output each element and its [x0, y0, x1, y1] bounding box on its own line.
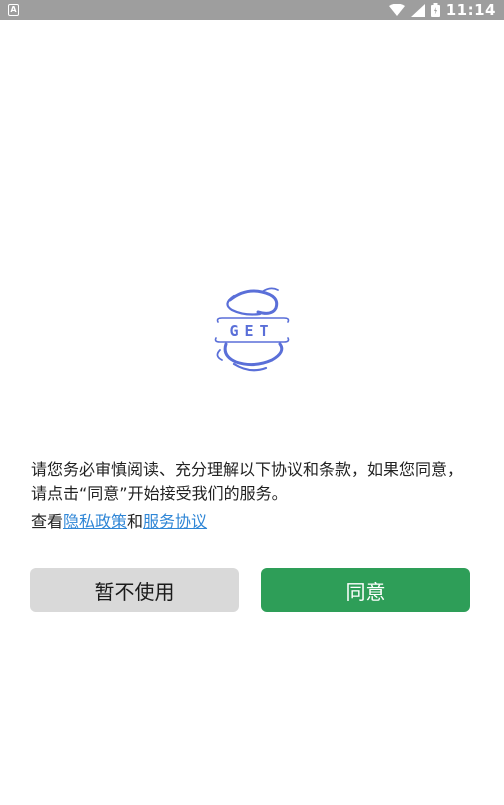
service-agreement-link[interactable]: 服务协议: [143, 512, 207, 531]
decline-button-label: 暂不使用: [94, 579, 175, 604]
wifi-icon: [388, 3, 405, 16]
signal-icon: [410, 3, 425, 17]
privacy-policy-link[interactable]: 隐私政策: [63, 512, 127, 531]
status-bar-right: 11:14: [388, 0, 496, 20]
policy-description: 请您务必审慎阅读、充分理解以下协议和条款，如果您同意，请点击“同意”开始接受我们…: [31, 460, 464, 503]
agree-button[interactable]: 同意: [261, 568, 470, 612]
battery-icon: [430, 3, 440, 17]
agree-button-label: 同意: [345, 579, 386, 604]
status-bar: A 11:14: [0, 0, 504, 20]
decline-button[interactable]: 暂不使用: [30, 568, 239, 612]
logo-text: GET: [229, 322, 274, 340]
policy-links: 查看隐私政策和服务协议: [31, 510, 207, 534]
privacy-consent-screen: A 11:14 GET 请您务必审慎阅读、充分理解以下协议和条款，如果您同意，请…: [0, 0, 504, 805]
status-time: 11:14: [445, 1, 496, 19]
app-notification-icon: A: [8, 4, 19, 16]
app-logo: GET: [214, 287, 290, 372]
links-conjunction: 和: [127, 512, 144, 531]
links-prefix: 查看: [31, 512, 64, 531]
